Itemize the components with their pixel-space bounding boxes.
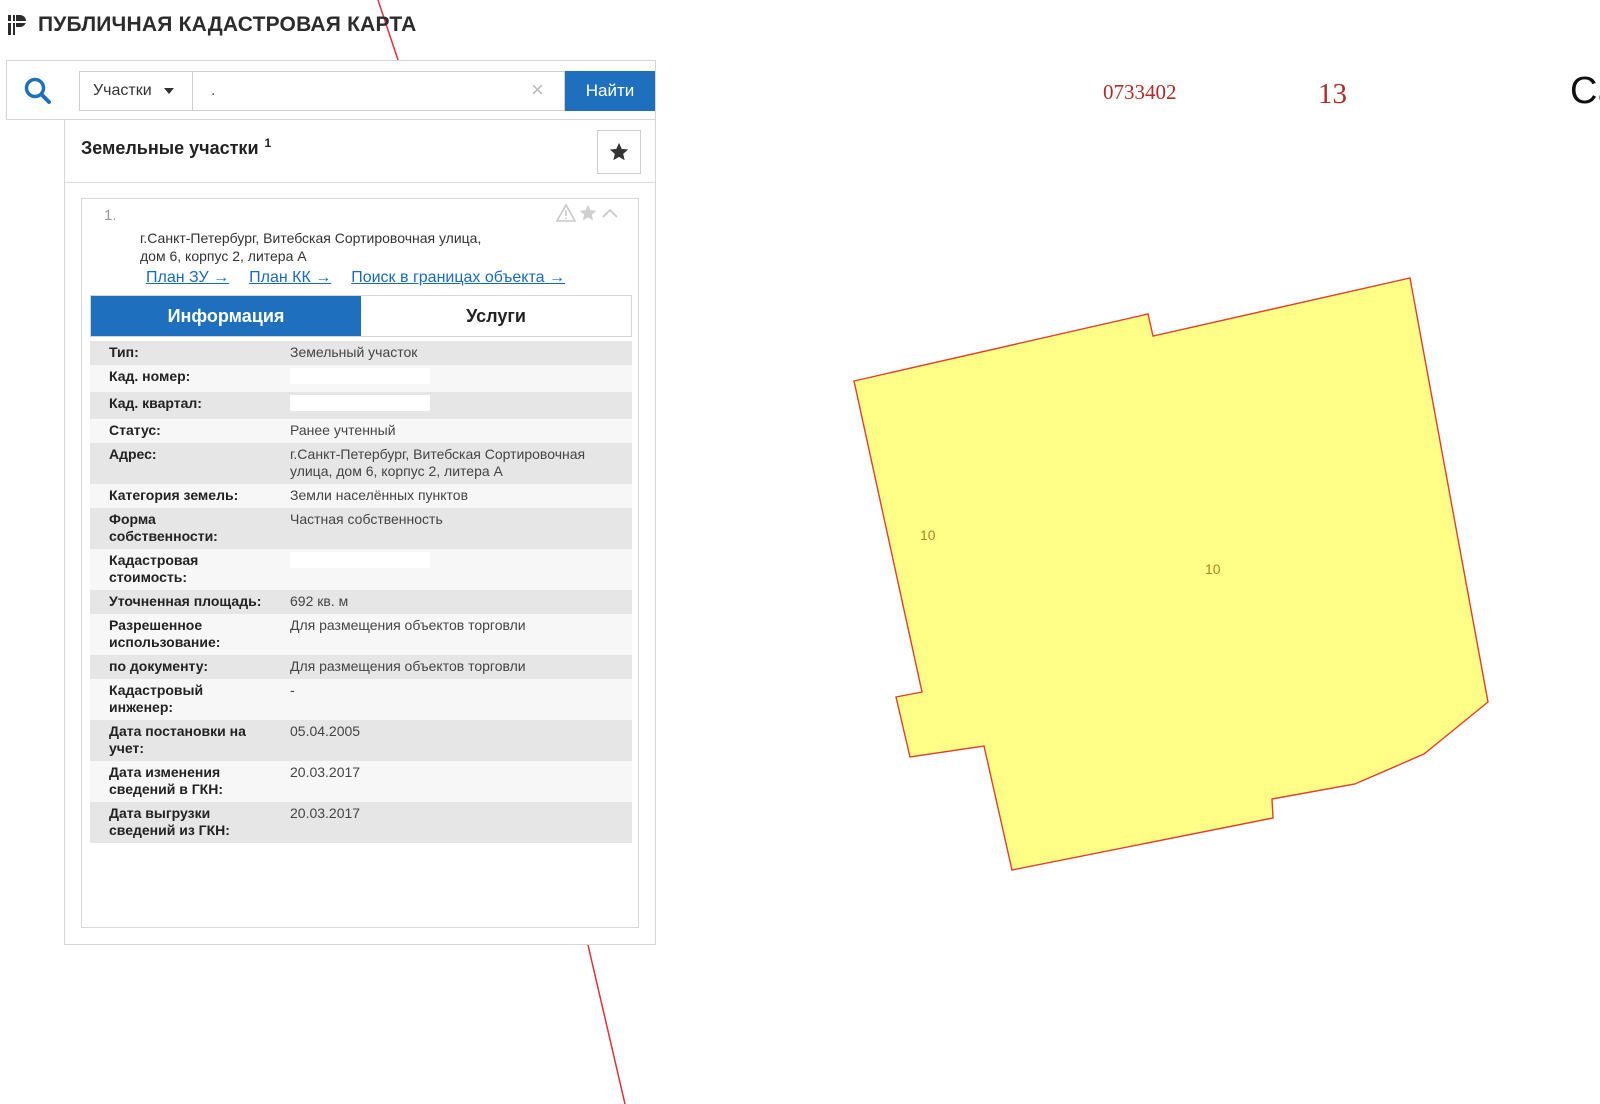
parcel-number-label: 10 (920, 527, 936, 543)
tab-services[interactable]: Услуги (361, 296, 631, 336)
info-value (270, 365, 632, 392)
panel-divider (65, 182, 655, 183)
star-icon[interactable] (578, 203, 598, 223)
result-card: 1. г.Санкт-Петербург, Витебская Сортиров… (81, 198, 639, 928)
info-key: Разрешенное использование: (109, 617, 221, 650)
redacted-value (290, 552, 430, 568)
info-row: Кад. номер: (90, 365, 632, 392)
info-key: Статус: (109, 422, 161, 438)
parcel-info-table: Тип: Земельный участок Кад. номер: Кад. ква… (90, 341, 632, 843)
result-address: г.Санкт-Петербург, Витебская Сортировочн… (140, 230, 482, 264)
info-value: 05.04.2005 (290, 723, 361, 739)
info-row: Тип: Земельный участок (90, 341, 632, 365)
info-key: Уточненная площадь: (109, 593, 262, 609)
info-value: Земельный участок (290, 344, 418, 360)
info-row: Кадастровая стоимость: (90, 549, 632, 590)
info-key: Категория земель: (109, 487, 239, 503)
app-title: ПУБЛИЧНАЯ КАДАСТРОВАЯ КАРТА (38, 13, 417, 36)
panel-title-text: Земельные участки (81, 138, 259, 158)
info-key: Дата постановки на учет: (109, 723, 246, 756)
search-icon[interactable] (21, 74, 55, 108)
info-row: Адрес: г.Санкт-Петербург, Витебская Сорти… (90, 443, 632, 484)
app-header: ПУБЛИЧНАЯ КАДАСТРОВАЯ КАРТА (6, 10, 416, 40)
search-input[interactable] (193, 71, 565, 111)
info-key: Кадастровая стоимость: (109, 552, 199, 585)
info-value: Частная собственность (290, 511, 443, 527)
info-value: - (290, 682, 295, 698)
cadastral-quarter-label: 0733402 (1103, 80, 1177, 104)
info-key: Дата изменения сведений в ГКН: (109, 764, 223, 797)
info-key: Дата выгрузки сведений из ГКН: (109, 805, 230, 838)
info-value: Ранее учтенный (290, 422, 396, 438)
chevron-up-icon[interactable] (600, 204, 620, 222)
result-tabs: Информация Услуги (90, 295, 632, 337)
logo-icon (8, 15, 26, 35)
search-type-select[interactable]: Участки (79, 71, 193, 111)
warning-icon[interactable] (556, 204, 576, 222)
result-index: 1. (104, 207, 117, 224)
card-toolbar (556, 203, 620, 223)
star-icon (609, 142, 629, 161)
info-row: по документу: Для размещения объектов тор… (90, 655, 632, 679)
info-key: Кадастровый инженер: (109, 682, 204, 715)
panel-title: Земельные участки 1 (81, 136, 271, 159)
info-row: Форма собственности: Частная собственност… (90, 508, 632, 549)
info-value: 20.03.2017 (290, 764, 361, 780)
info-key: Форма собственности: (109, 511, 218, 544)
info-row: Статус: Ранее учтенный (90, 419, 632, 443)
info-value: Земли населённых пунктов (290, 487, 469, 503)
info-row: Разрешенное использование: Для размещения… (90, 614, 632, 655)
info-key: Кад. номер: (109, 368, 191, 384)
favorites-button[interactable] (597, 130, 641, 174)
redacted-value (290, 395, 430, 411)
info-value (270, 549, 632, 590)
results-panel: Земельные участки 1 1. г.Санкт-Петербург,… (64, 120, 656, 945)
search-type-value: Участки (93, 82, 152, 99)
info-row: Дата изменения сведений в ГКН: 20.03.2017 (90, 761, 632, 802)
info-value: г.Санкт-Петербург, Витебская Сортировочн… (290, 446, 586, 479)
info-key: по документу: (109, 658, 209, 674)
info-row: Кадастровый инженер: - (90, 679, 632, 720)
result-count: 1 (264, 136, 272, 150)
search-in-bounds-link[interactable]: Поиск в границах объекта → (351, 269, 565, 287)
info-key: Адрес: (109, 446, 157, 462)
parcel-number-label: 10 (1205, 561, 1221, 577)
clear-icon[interactable]: × (531, 79, 544, 101)
info-key: Тип: (109, 344, 139, 360)
boundary-line-bottom (587, 944, 626, 1104)
info-row: Кад. квартал: (90, 392, 632, 419)
info-row: Дата выгрузки сведений из ГКН: 20.03.2017 (90, 802, 632, 843)
info-value: 20.03.2017 (290, 805, 361, 821)
tab-information[interactable]: Информация (91, 296, 361, 336)
info-row: Категория земель: Земли населённых пункто… (90, 484, 632, 508)
info-row: Уточненная площадь: 692 кв. м (90, 590, 632, 614)
info-value (270, 392, 632, 419)
cadastral-block-label: 13 (1318, 78, 1347, 110)
info-value: Для размещения объектов торговли (290, 658, 526, 674)
result-links: План ЗУ → План КК → Поиск в границах объ… (146, 269, 565, 287)
plan-kk-link[interactable]: План КК → (249, 269, 331, 287)
land-parcel-shape[interactable] (853, 277, 1489, 871)
search-bar: Участки × Найти (6, 60, 656, 120)
caret-down-icon (163, 88, 174, 94)
info-row: Дата постановки на учет: 05.04.2005 (90, 720, 632, 761)
street-label-fragment: Са (1570, 70, 1600, 112)
info-value: Для размещения объектов торговли (290, 617, 526, 633)
find-button[interactable]: Найти (565, 71, 655, 111)
plan-zu-link[interactable]: План ЗУ → (146, 269, 229, 287)
info-value: 692 кв. м (290, 593, 349, 609)
redacted-value (290, 368, 430, 384)
info-key: Кад. квартал: (109, 395, 202, 411)
